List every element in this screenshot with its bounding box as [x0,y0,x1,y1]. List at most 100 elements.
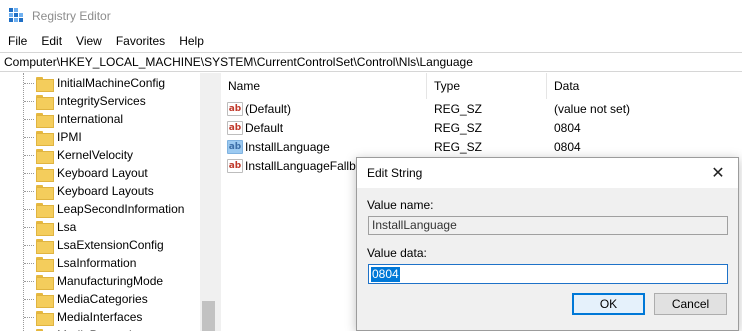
tree-item-label: Keyboard Layout [57,166,148,180]
value-name-field: InstallLanguage [368,216,728,235]
value-data: (value not set) [554,101,631,116]
folder-icon [36,148,54,164]
tree-connector [24,245,34,246]
tree-item[interactable]: LsaInformation [36,254,136,272]
folder-icon [36,184,54,200]
list-item[interactable]: ab (Default) REG_SZ (value not set) [221,99,742,118]
value-type: REG_SZ [434,139,483,154]
tree-item[interactable]: International [36,110,123,128]
string-value-icon: ab [227,158,243,173]
string-value-icon: ab [227,120,243,135]
tree-item[interactable]: MediaProperties [36,326,144,331]
value-name: InstallLanguage [245,139,330,154]
tree-connector [24,173,34,174]
edit-string-dialog: Edit String ✕ Value name: InstallLanguag… [356,157,739,331]
string-value-icon: ab [227,101,243,116]
folder-icon [36,76,54,92]
value-data-input[interactable]: 0804 [368,264,728,284]
folder-icon [36,274,54,290]
tree-item[interactable]: LeapSecondInformation [36,200,184,218]
ok-button[interactable]: OK [572,293,645,315]
folder-icon [36,166,54,182]
close-icon[interactable]: ✕ [698,158,738,188]
value-data-selected-text: 0804 [371,266,400,282]
dialog-title: Edit String [367,166,423,180]
value-data-label: Value data: [367,246,427,260]
list-header: Name Type Data [221,73,742,99]
window-title: Registry Editor [32,8,111,23]
tree-connector [24,317,34,318]
tree-item-label: Keyboard Layouts [57,184,154,198]
registry-tree[interactable]: InitialMachineConfig IntegrityServices Int… [0,73,217,331]
tree-connector [24,155,34,156]
folder-icon [36,202,54,218]
value-name-label: Value name: [367,198,434,212]
tree-item-label: InitialMachineConfig [57,76,166,90]
dialog-title-bar: Edit String ✕ [357,158,738,188]
tree-item[interactable]: IPMI [36,128,82,146]
tree-connector [24,281,34,282]
tree-item[interactable]: InitialMachineConfig [36,74,165,92]
tree-connector [24,299,34,300]
column-header-data[interactable]: Data [547,73,742,99]
folder-icon [36,130,54,146]
value-name: InstallLanguageFallback [245,158,375,173]
tree-scrollbar[interactable] [200,73,217,331]
tree-item-label: IPMI [57,130,82,144]
tree-connector [24,137,34,138]
tree-item[interactable]: IntegrityServices [36,92,146,110]
value-data: 0804 [554,139,581,154]
value-name: Default [245,120,284,135]
tree-item-label: KernelVelocity [57,148,134,162]
column-header-name[interactable]: Name [221,73,427,99]
tree-item[interactable]: ManufacturingMode [36,272,163,290]
string-value-icon: ab [227,139,243,154]
folder-icon [36,112,54,128]
folder-icon [36,94,54,110]
tree-item-label: ManufacturingMode [57,274,164,288]
list-item[interactable]: ab InstallLanguage REG_SZ 0804 [221,137,742,156]
tree-item[interactable]: MediaInterfaces [36,308,142,326]
tree-connector [24,209,34,210]
folder-icon [36,238,54,254]
tree-item[interactable]: Keyboard Layout [36,164,148,182]
tree-connector [24,191,34,192]
list-item[interactable]: ab Default REG_SZ 0804 [221,118,742,137]
tree-item[interactable]: LsaExtensionConfig [36,236,164,254]
tree-item[interactable]: MediaCategories [36,290,148,308]
tree-connector [24,263,34,264]
address-bar[interactable]: Computer\HKEY_LOCAL_MACHINE\SYSTEM\Curre… [0,52,742,72]
tree-item-label: LsaExtensionConfig [57,238,164,252]
folder-icon [36,292,54,308]
tree-item-label: LeapSecondInformation [57,202,185,216]
tree-item[interactable]: Lsa [36,218,76,236]
tree-connector [24,119,34,120]
tree-item-label: MediaInterfaces [57,310,143,324]
menu-file[interactable]: File [0,31,34,51]
tree-connector [24,101,34,102]
menu-help[interactable]: Help [172,31,211,51]
tree-scrollbar-thumb[interactable] [202,301,215,331]
menu-edit[interactable]: Edit [34,31,69,51]
registry-editor-icon [9,7,25,24]
cancel-button[interactable]: Cancel [654,293,727,315]
tree-item-label: Lsa [57,220,77,234]
value-data: 0804 [554,120,581,135]
menu-bar: File Edit View Favorites Help [0,31,742,51]
tree-connector [24,227,34,228]
folder-icon [36,220,54,236]
folder-icon [36,256,54,272]
tree-item-label: IntegrityServices [57,94,146,108]
value-type: REG_SZ [434,120,483,135]
menu-view[interactable]: View [69,31,109,51]
tree-item[interactable]: Keyboard Layouts [36,182,154,200]
tree-item-label: LsaInformation [57,256,137,270]
column-header-type[interactable]: Type [427,73,547,99]
tree-item[interactable]: KernelVelocity [36,146,133,164]
menu-favorites[interactable]: Favorites [109,31,172,51]
title-bar: Registry Editor [0,0,742,31]
tree-connector [24,83,34,84]
tree-guide-line [23,73,24,331]
tree-item-label: International [57,112,124,126]
tree-item-label: MediaCategories [57,292,148,306]
